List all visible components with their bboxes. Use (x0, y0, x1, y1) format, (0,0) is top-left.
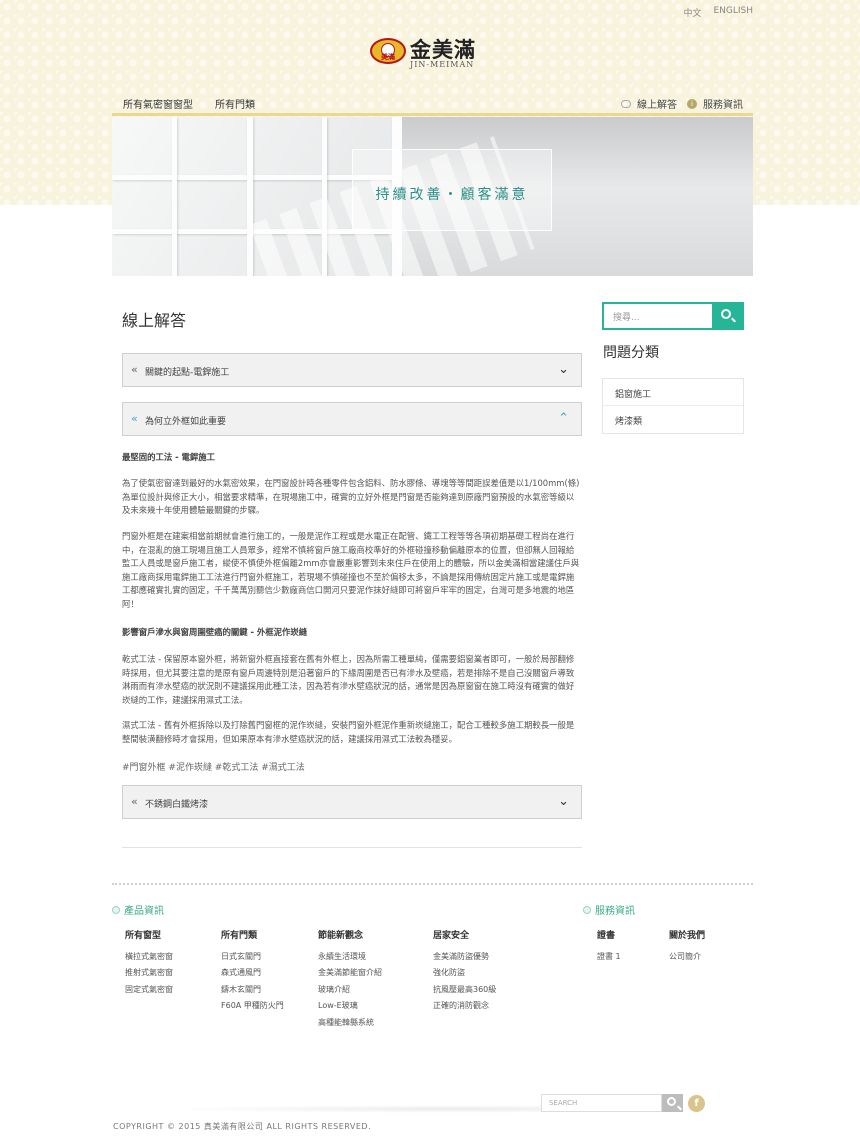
accordion-item-3[interactable]: « 不銹鋼白鐵烤漆 ⌄ (122, 785, 582, 819)
footer-link[interactable]: F60A 甲種防火門 (221, 998, 284, 1015)
lang-en-link[interactable]: ENGLISH (713, 6, 753, 19)
logo-badge-icon: 美滿 (370, 38, 406, 64)
site-logo[interactable]: 美滿 金美滿 JIN-MEIMAN (370, 34, 500, 70)
article-paragraph-1: 為了使氣密窗達到最好的水氣密效果，在門窗設計時各種零件包含鋁料、防水膠條、導塊等… (122, 478, 580, 515)
sidebar-search[interactable]: 搜尋... (602, 302, 744, 330)
footer-link[interactable]: 強化防盜 (433, 965, 496, 982)
nav-item-faq[interactable]: 線上解答 (637, 96, 677, 111)
article-paragraph-3: 乾式工法 - 保留原本窗外框，將新窗外框直接套在舊有外框上，因為所需工種單純，僅… (122, 654, 575, 705)
accordion-label: 不銹鋼白鐵烤漆 (145, 800, 209, 810)
footer-link[interactable]: 高種能韓縣系統 (318, 1015, 382, 1032)
double-chevron-left-icon: « (131, 363, 138, 376)
divider (122, 847, 582, 848)
footer-link[interactable]: 玻璃介紹 (318, 982, 382, 999)
double-chevron-left-icon: « (131, 795, 138, 808)
search-icon (721, 309, 731, 319)
footer-link[interactable]: 抗風壓最高360級 (433, 982, 496, 999)
footer-col-security: 居家安全 金美滿防盜優勢 強化防盜 抗風壓最高360級 正確的消防觀念 (433, 928, 496, 1015)
accordion-item-2[interactable]: « 為何立外框如此重要 ⌃ (122, 402, 582, 436)
footer-search-button[interactable] (662, 1094, 683, 1112)
chevron-up-icon: ⌃ (558, 411, 569, 426)
footer-search-input[interactable]: SEARCH (541, 1094, 662, 1112)
footer-link[interactable]: 金美滿節能窗介紹 (318, 965, 382, 982)
accordion-label: 關鍵的起點-電銲施工 (145, 368, 230, 378)
footer-service-heading: 服務資訊 (583, 902, 635, 917)
footer-link[interactable]: 公司簡介 (669, 949, 705, 966)
footer-col-windows: 所有窗型 橫拉式氣密窗 推射式氣密窗 固定式氣密窗 (125, 928, 173, 998)
leaf-icon (112, 905, 120, 914)
footer-link[interactable]: 正確的消防觀念 (433, 998, 496, 1015)
search-icon (667, 1097, 676, 1106)
article-paragraph-2: 門窗外框是在建案相當前期就會進行施工的，一般是泥作工程或是水電正在配管、鐵工工程… (122, 531, 580, 609)
footer-link[interactable]: 鑄木玄關門 (221, 982, 284, 999)
footer-link[interactable]: 日式玄關門 (221, 949, 284, 966)
hero-banner: 持續改善・顧客滿意 (112, 117, 753, 276)
footer-product-heading: 產品資訊 (112, 902, 164, 917)
chat-bubble-icon (621, 99, 631, 108)
page-title: 線上解答 (122, 311, 187, 330)
sidebar-search-button[interactable] (712, 304, 742, 328)
double-chevron-left-icon: « (131, 412, 138, 425)
footer-col-about: 關於我們 公司簡介 (669, 928, 705, 965)
hero-slogan: 持續改善・顧客滿意 (375, 187, 529, 203)
lang-zh-link[interactable]: 中文 (683, 6, 701, 19)
footer-col-energy: 節能新觀念 永續生活環境 金美滿節能窗介紹 玻璃介紹 Low-E玻璃 高種能韓縣… (318, 928, 382, 1031)
sidebar-search-input[interactable]: 搜尋... (613, 310, 640, 323)
article-heading-1: 最堅固的工法 - 電銲施工 (122, 452, 216, 462)
footer-link[interactable]: 證書 1 (597, 949, 621, 966)
category-item[interactable]: 鋁窗施工 (603, 379, 743, 406)
sidebar-title: 問題分類 (603, 345, 659, 361)
footer-link[interactable]: 森式通風門 (221, 965, 284, 982)
footer-link[interactable]: 固定式氣密窗 (125, 982, 173, 999)
footer-link[interactable]: Low-E玻璃 (318, 998, 382, 1015)
leaf-icon (583, 905, 591, 914)
facebook-icon[interactable]: f (688, 1095, 705, 1112)
article-paragraph-4: 濕式工法 - 舊有外框拆除以及打除舊門窗框的泥作崁縫，安裝門窗外框泥作重新崁縫施… (122, 720, 575, 744)
footer-link[interactable]: 金美滿防盜優勢 (433, 949, 496, 966)
chevron-down-icon: ⌄ (558, 794, 569, 809)
hero-slogan-box: 持續改善・顧客滿意 (352, 149, 552, 231)
footer-link[interactable]: 橫拉式氣密窗 (125, 949, 173, 966)
nav-item-window-types[interactable]: 所有氣密窗窗型 (123, 96, 193, 111)
main-nav: 所有氣密窗窗型 所有門類 線上解答 i 服務資訊 (112, 92, 753, 116)
article-heading-2: 影響窗戶滲水與窗周圍壁癌的關鍵 - 外框泥作崁縫 (122, 627, 308, 637)
footer-link[interactable]: 推射式氣密窗 (125, 965, 173, 982)
accordion-item-1[interactable]: « 關鍵的起點-電銲施工 ⌄ (122, 353, 582, 387)
footer-divider (112, 883, 753, 885)
category-item[interactable]: 烤漆類 (603, 406, 743, 433)
article-tags[interactable]: #門窗外框 #泥作崁縫 #乾式工法 #濕式工法 (122, 760, 305, 773)
info-icon: i (687, 98, 697, 109)
footer-col-doors: 所有門類 日式玄關門 森式通風門 鑄木玄關門 F60A 甲種防火門 (221, 928, 284, 1015)
footer-link[interactable]: 永續生活環境 (318, 949, 382, 966)
nav-item-service[interactable]: 服務資訊 (703, 96, 743, 111)
category-list: 鋁窗施工 烤漆類 (602, 378, 744, 434)
accordion-label: 為何立外框如此重要 (145, 417, 227, 427)
copyright-text: COPYRIGHT © 2015 真美滿有限公司 ALL RIGHTS RESE… (113, 1122, 372, 1131)
nav-item-door-types[interactable]: 所有門類 (215, 96, 255, 111)
footer-col-certificates: 證書 證書 1 (597, 928, 621, 965)
chevron-down-icon: ⌄ (558, 362, 569, 377)
language-switcher: 中文 ENGLISH (683, 6, 753, 19)
logo-english-name: JIN-MEIMAN (410, 60, 475, 69)
